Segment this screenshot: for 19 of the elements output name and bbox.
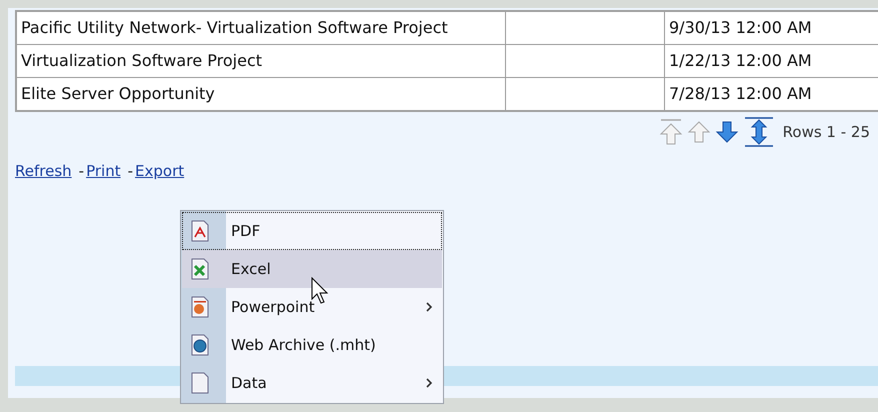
menu-item[interactable]: Data [182, 364, 442, 402]
action-link[interactable]: Refresh [15, 162, 72, 180]
menu-item[interactable]: Powerpoint [182, 288, 442, 326]
next-page-icon[interactable] [714, 120, 739, 144]
last-page-icon[interactable] [742, 117, 775, 147]
menu-item[interactable]: Web Archive (.mht) [182, 326, 442, 364]
separator-text: - [128, 162, 134, 180]
action-link[interactable]: Export [135, 162, 184, 180]
table-cell: Pacific Utility Network- Virtualization Software Project [16, 11, 506, 44]
pdf-icon [189, 219, 211, 243]
table-cell: Virtualization Software Project [16, 44, 506, 78]
document-icon [189, 371, 211, 395]
action-link[interactable]: Print [86, 162, 121, 180]
globe-icon [189, 333, 211, 357]
presentation-icon [189, 295, 211, 319]
menu-item[interactable]: Excel [182, 250, 442, 288]
separator-text: - [78, 162, 84, 180]
rows-label: Rows 1 - 25 [782, 123, 870, 141]
spreadsheet-icon [189, 257, 211, 281]
